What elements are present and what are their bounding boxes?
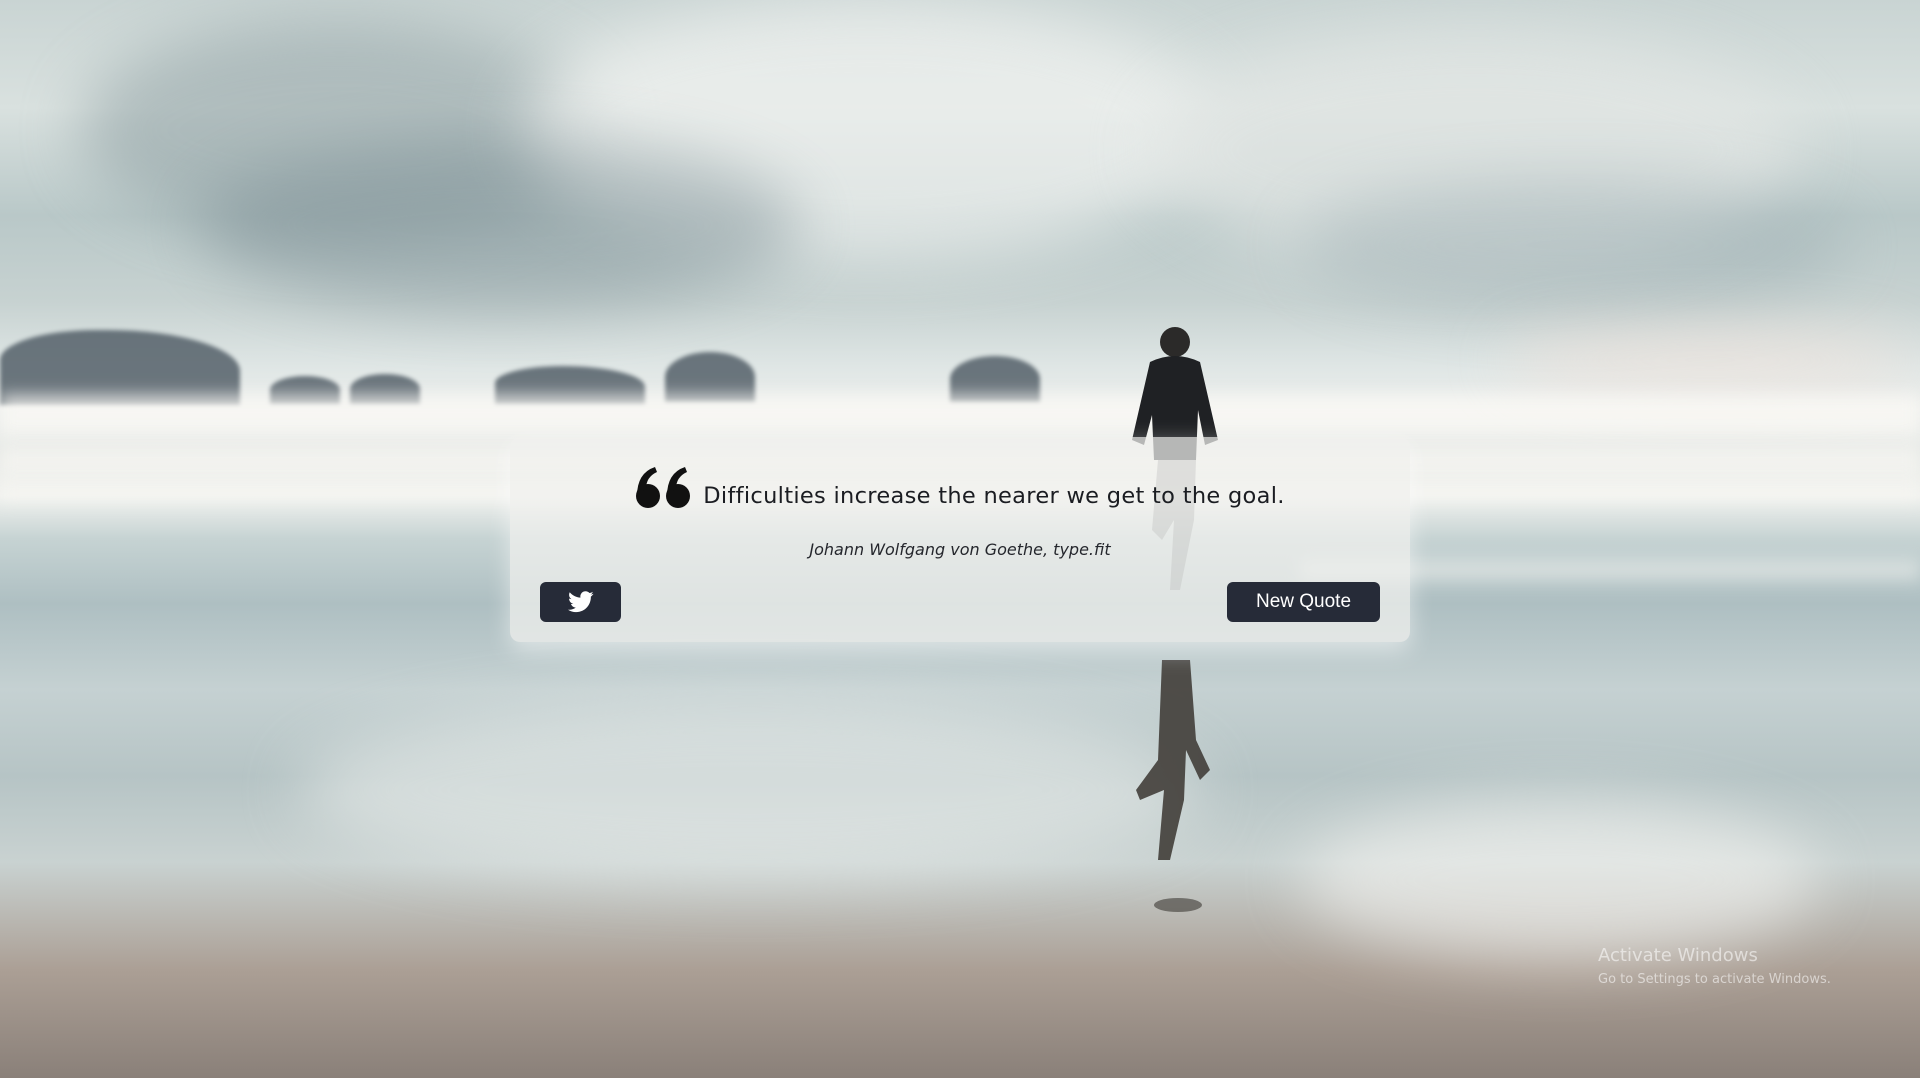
watermark-subtitle: Go to Settings to activate Windows. (1598, 972, 1831, 987)
tweet-button[interactable] (540, 582, 621, 622)
watermark-title: Activate Windows (1598, 945, 1758, 966)
forest-hill (0, 330, 240, 405)
cloud (200, 140, 800, 310)
cloud (1500, 330, 1920, 390)
sky-reflection (300, 700, 1200, 880)
quote-author: Johann Wolfgang von Goethe, type.fit (809, 540, 1111, 559)
quote-card: Difficulties increase the nearer we get … (510, 437, 1410, 642)
new-quote-button[interactable]: New Quote (1227, 582, 1380, 622)
quote-mark-icon (635, 465, 693, 514)
quote-text: Difficulties increase the nearer we get … (703, 483, 1285, 509)
activate-windows-watermark: Activate Windows Go to Settings to activ… (1598, 945, 1831, 987)
quote-row: Difficulties increase the nearer we get … (510, 465, 1410, 514)
twitter-icon (567, 591, 594, 613)
sky-reflection (1300, 800, 1820, 960)
cloud (1300, 180, 1850, 310)
surf-wave (0, 395, 1920, 435)
